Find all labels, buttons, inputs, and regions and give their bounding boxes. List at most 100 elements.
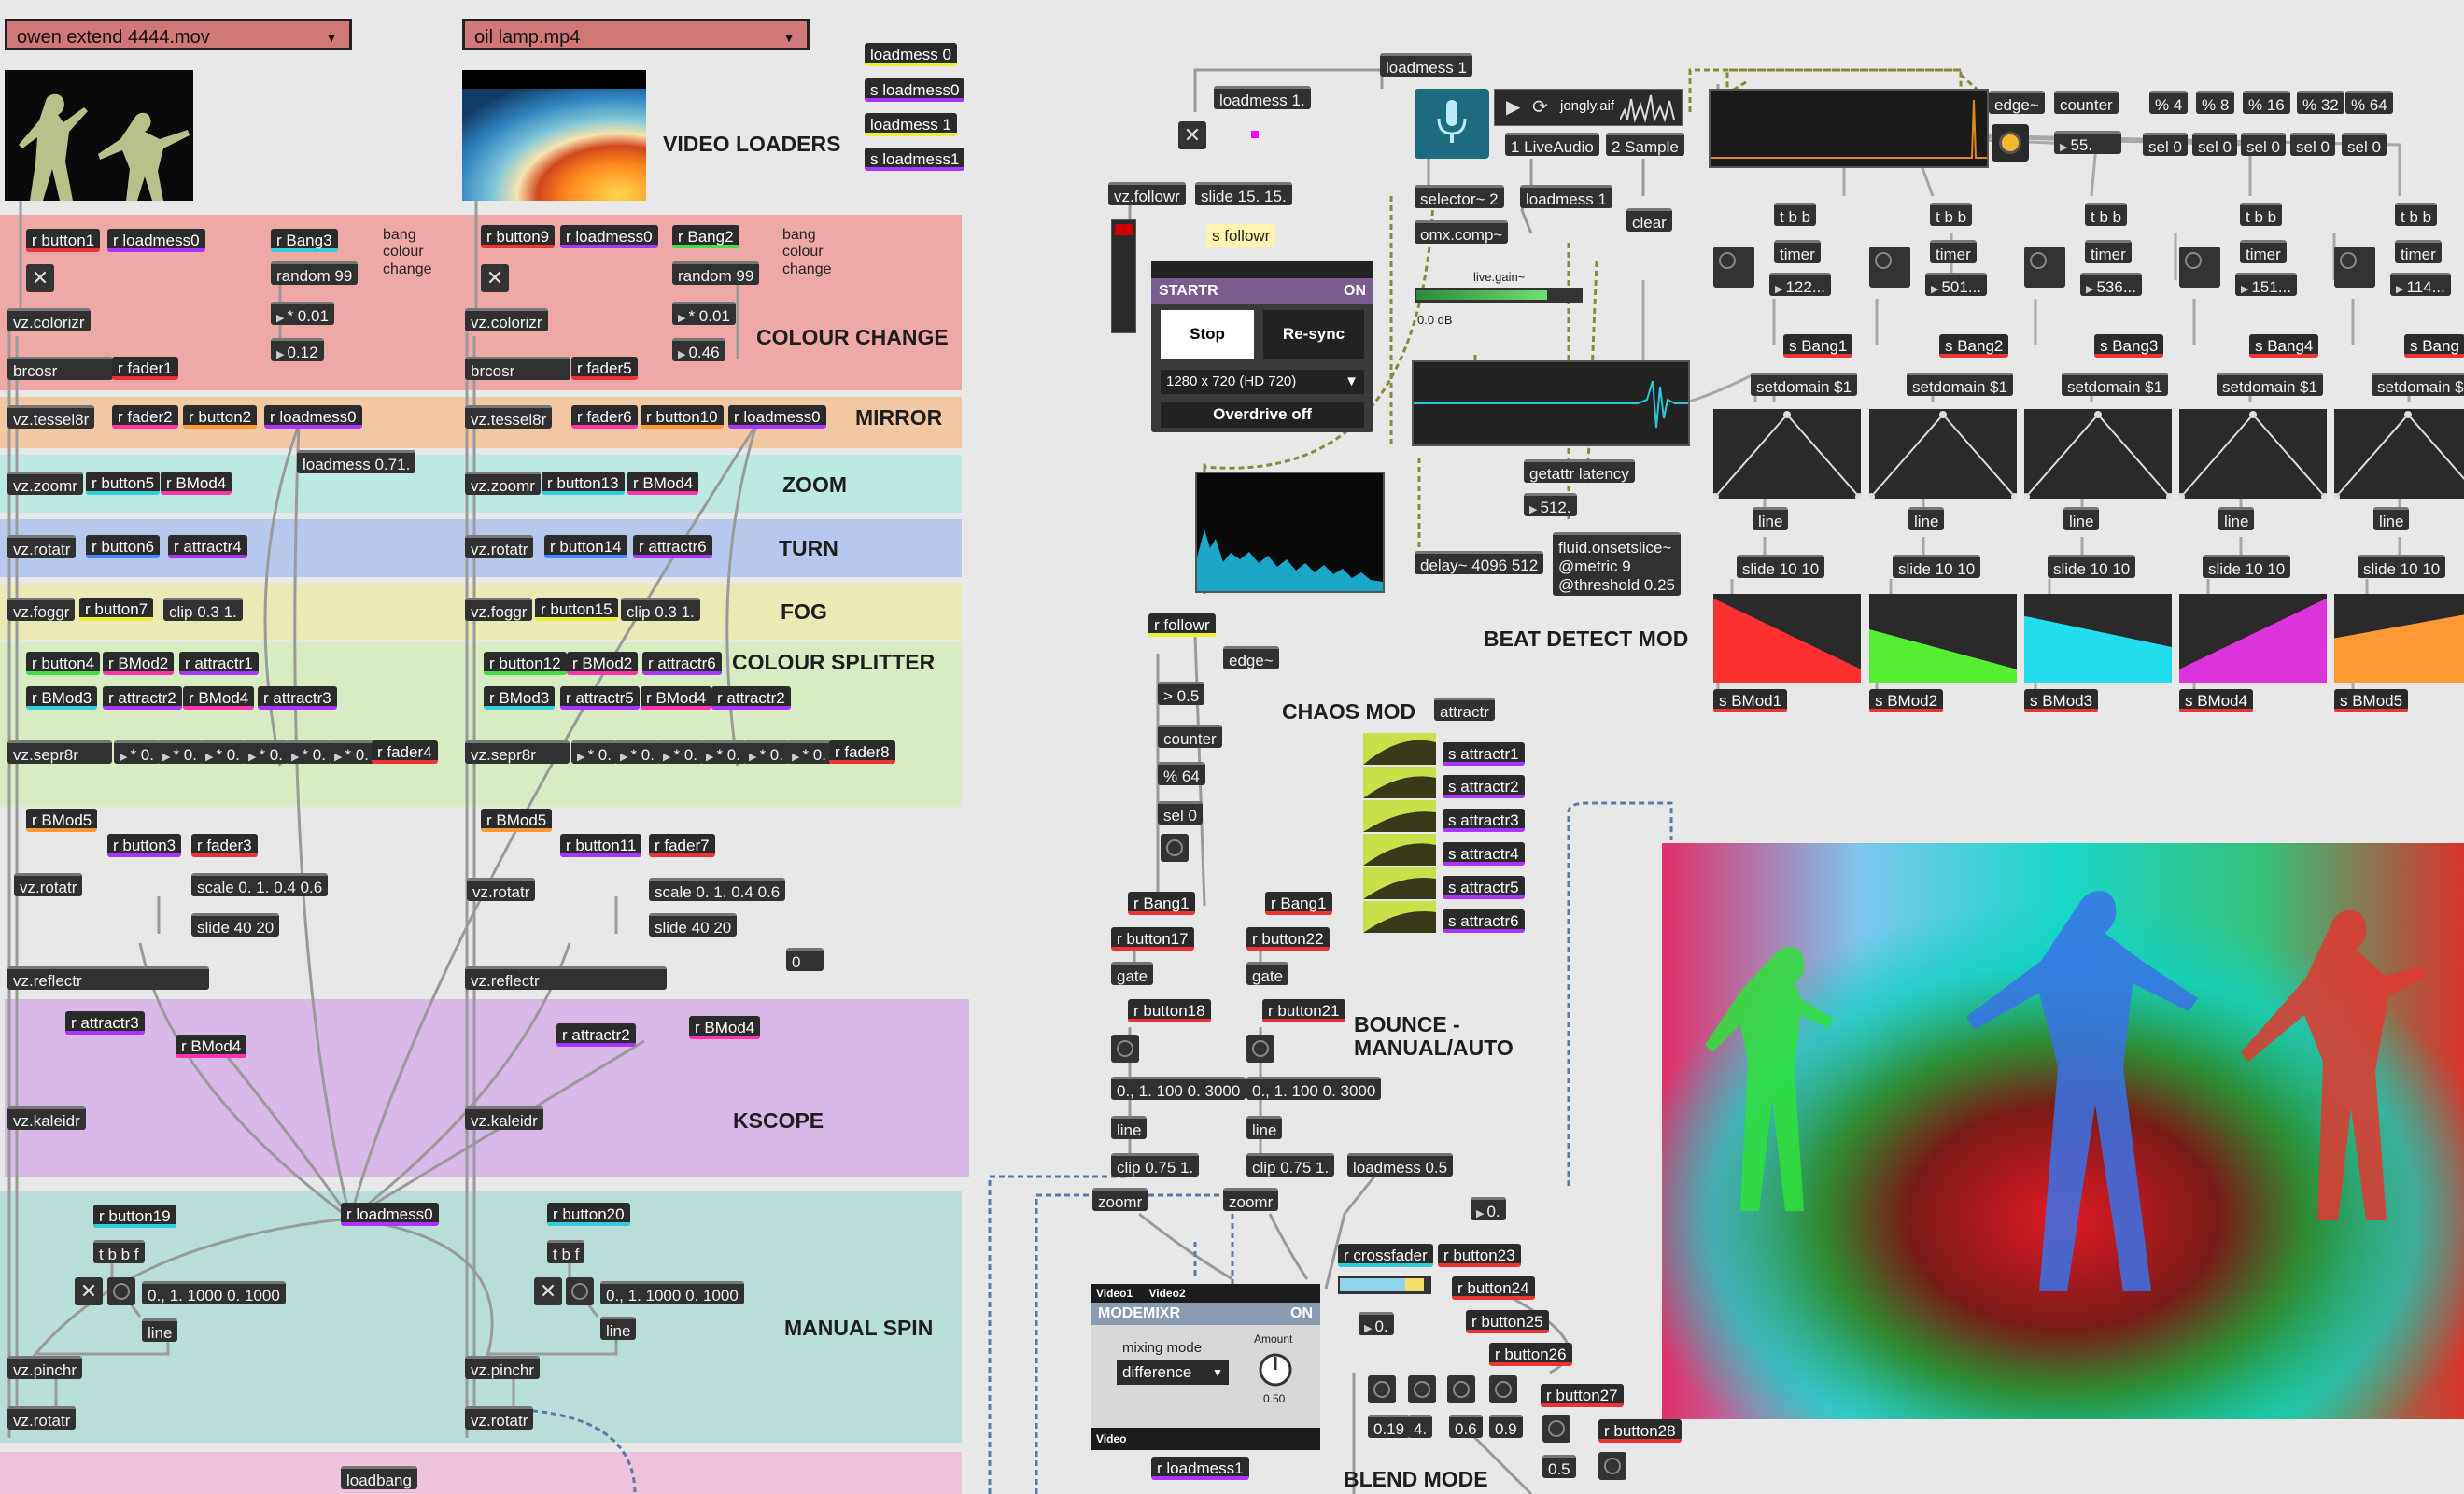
r-loadmess0-b[interactable]: r loadmess0 (264, 405, 362, 429)
line-message-bounce-b[interactable]: 0., 1. 100 0. 3000 (1246, 1077, 1382, 1100)
s-followr[interactable]: s followr (1206, 224, 1276, 247)
r-button23[interactable]: r button23 (1438, 1244, 1521, 1267)
vz-rotatr-r[interactable]: vz.rotatr (465, 535, 534, 558)
loadmess-0[interactable]: loadmess 0 (865, 43, 957, 66)
r-attractr2-r[interactable]: r attractr2 (711, 686, 791, 710)
t-b-b-3[interactable]: t b b (2085, 203, 2128, 226)
r-fader7[interactable]: r fader7 (649, 834, 715, 857)
vz-kaleidr-r[interactable]: vz.kaleidr (465, 1106, 543, 1130)
s-attractr3[interactable]: s attractr3 (1443, 809, 1525, 832)
line-bounce-b[interactable]: line (1246, 1116, 1283, 1139)
timer-value-3[interactable]: 536... (2080, 273, 2143, 296)
r-fader4[interactable]: r fader4 (372, 740, 438, 764)
vz-rotatr-2[interactable]: vz.rotatr (14, 873, 83, 896)
r-bmod5-r[interactable]: r BMod5 (481, 809, 553, 832)
timer-value-5[interactable]: 114... (2390, 273, 2451, 296)
counter-mid[interactable]: counter (1158, 725, 1222, 748)
omx-comp[interactable]: omx.comp~ (1415, 220, 1509, 244)
loadbang[interactable]: loadbang (341, 1466, 417, 1489)
loadmess-1[interactable]: loadmess 1 (865, 113, 957, 136)
mixing-mode-menu[interactable]: difference ▼ (1117, 1360, 1229, 1385)
random-99-r[interactable]: random 99 (672, 261, 760, 285)
r-button19[interactable]: r button19 (93, 1205, 176, 1228)
value-4[interactable]: 4. (1408, 1415, 1433, 1438)
mod-64-beat[interactable]: % 64 (2345, 91, 2393, 114)
bang-button[interactable] (1447, 1375, 1475, 1403)
vz-reflectr-r[interactable]: vz.reflectr (465, 966, 667, 990)
sel-0-a[interactable]: sel 0 (2143, 133, 2188, 156)
clip-03-1-r[interactable]: clip 0.3 1. (621, 598, 700, 621)
timer-2[interactable]: timer (1930, 240, 1977, 263)
clear-message[interactable]: clear (1626, 208, 1672, 232)
setdomain-2[interactable]: setdomain $1 (1907, 373, 2014, 396)
mul-0-re[interactable]: * 0. (743, 740, 789, 764)
s-attractr6[interactable]: s attractr6 (1443, 909, 1525, 933)
bang-button[interactable] (107, 1277, 135, 1305)
sel-0-d[interactable]: sel 0 (2290, 133, 2335, 156)
r-bmod2[interactable]: r BMod2 (103, 652, 175, 675)
s-attractr4[interactable]: s attractr4 (1443, 842, 1525, 866)
mul-001-r[interactable]: * 0.01 (672, 302, 736, 325)
counter-beat[interactable]: counter (2054, 91, 2119, 114)
r-bmod3[interactable]: r BMod3 (26, 686, 98, 710)
overdrive-button[interactable]: Overdrive off (1161, 402, 1364, 428)
bang-button[interactable] (2179, 247, 2220, 288)
s-bmod-5[interactable]: s BMod5 (2334, 689, 2409, 712)
line-beat-1[interactable]: line (1753, 507, 1789, 530)
vz-foggr[interactable]: vz.foggr (7, 598, 76, 621)
slide-10-10-4[interactable]: slide 10 10 (2203, 555, 2291, 578)
r-attractr2[interactable]: r attractr2 (103, 686, 182, 710)
vz-rotatr[interactable]: vz.rotatr (7, 535, 77, 558)
r-button2[interactable]: r button2 (183, 405, 258, 429)
attractr[interactable]: attractr (1434, 698, 1495, 721)
mul-0-rc[interactable]: * 0. (657, 740, 703, 764)
timer-value-1[interactable]: 122... (1769, 273, 1832, 296)
r-loadmess1[interactable]: r loadmess1 (1151, 1457, 1249, 1480)
number-0[interactable]: 0 (786, 948, 824, 971)
value-06[interactable]: 0.6 (1449, 1415, 1483, 1438)
slide-40-20-r[interactable]: slide 40 20 (649, 913, 738, 937)
amount-dial[interactable] (1257, 1351, 1294, 1388)
r-attractr3[interactable]: r attractr3 (258, 686, 337, 710)
number-012[interactable]: 0.12 (271, 338, 324, 361)
bang-button[interactable] (566, 1277, 594, 1305)
r-attractr4[interactable]: r attractr4 (168, 535, 247, 558)
r-attractr6-b[interactable]: r attractr6 (642, 652, 722, 675)
r-button5[interactable]: r button5 (86, 472, 161, 495)
r-button14[interactable]: r button14 (544, 535, 627, 558)
stop-button[interactable]: Stop (1161, 310, 1254, 359)
loadmess-071[interactable]: loadmess 0.71. (297, 450, 416, 473)
gate-a[interactable]: gate (1111, 962, 1154, 985)
modemixr-bpatcher[interactable]: Video1 Video2 MODEMIXR ON mixing mode di… (1091, 1284, 1320, 1450)
timer-1[interactable]: timer (1774, 240, 1821, 263)
slide-10-10-3[interactable]: slide 10 10 (2048, 555, 2136, 578)
getattr-latency[interactable]: getattr latency (1524, 459, 1635, 483)
toggle-x[interactable]: ✕ (26, 264, 54, 292)
r-button7[interactable]: r button7 (79, 598, 154, 621)
bang-button[interactable] (1869, 247, 1910, 288)
r-loadmess0-c[interactable]: r loadmess0 (341, 1203, 439, 1226)
setdomain-1[interactable]: setdomain $1 (1751, 373, 1858, 396)
line-message[interactable]: 0., 1. 1000 0. 1000 (142, 1281, 286, 1304)
mul-0-f[interactable]: * 0. (329, 740, 374, 764)
loadmess-1-top[interactable]: loadmess 1 (1380, 53, 1472, 77)
r-bang1-a[interactable]: r Bang1 (1128, 892, 1195, 915)
r-button18[interactable]: r button18 (1128, 999, 1211, 1022)
s-bang-5[interactable]: s Bang (2404, 334, 2464, 358)
toggle-x[interactable]: ✕ (1178, 121, 1206, 149)
resync-button[interactable]: Re-sync (1263, 310, 1364, 359)
r-button22[interactable]: r button22 (1246, 927, 1330, 951)
movie-select-right[interactable]: oil lamp.mp4 ▼ (462, 19, 810, 50)
r-crossfader[interactable]: r crossfader (1338, 1244, 1433, 1267)
timer-value-4[interactable]: 151... (2235, 273, 2298, 296)
r-fader1[interactable]: r fader1 (112, 357, 178, 380)
timer-5[interactable]: timer (2395, 240, 2442, 263)
live-audio-message[interactable]: 1 LiveAudio (1505, 133, 1599, 156)
mul-0-e[interactable]: * 0. (286, 740, 331, 764)
t-b-b-2[interactable]: t b b (1930, 203, 1973, 226)
startr-bpatcher[interactable]: STARTR ON Stop Re-sync 1280 x 720 (HD 72… (1151, 261, 1373, 432)
t-b-b-5[interactable]: t b b (2395, 203, 2438, 226)
vz-tessel8r-r[interactable]: vz.tessel8r (465, 405, 553, 429)
r-bmod3-r[interactable]: r BMod3 (484, 686, 556, 710)
r-bmod4[interactable]: r BMod4 (161, 472, 232, 495)
